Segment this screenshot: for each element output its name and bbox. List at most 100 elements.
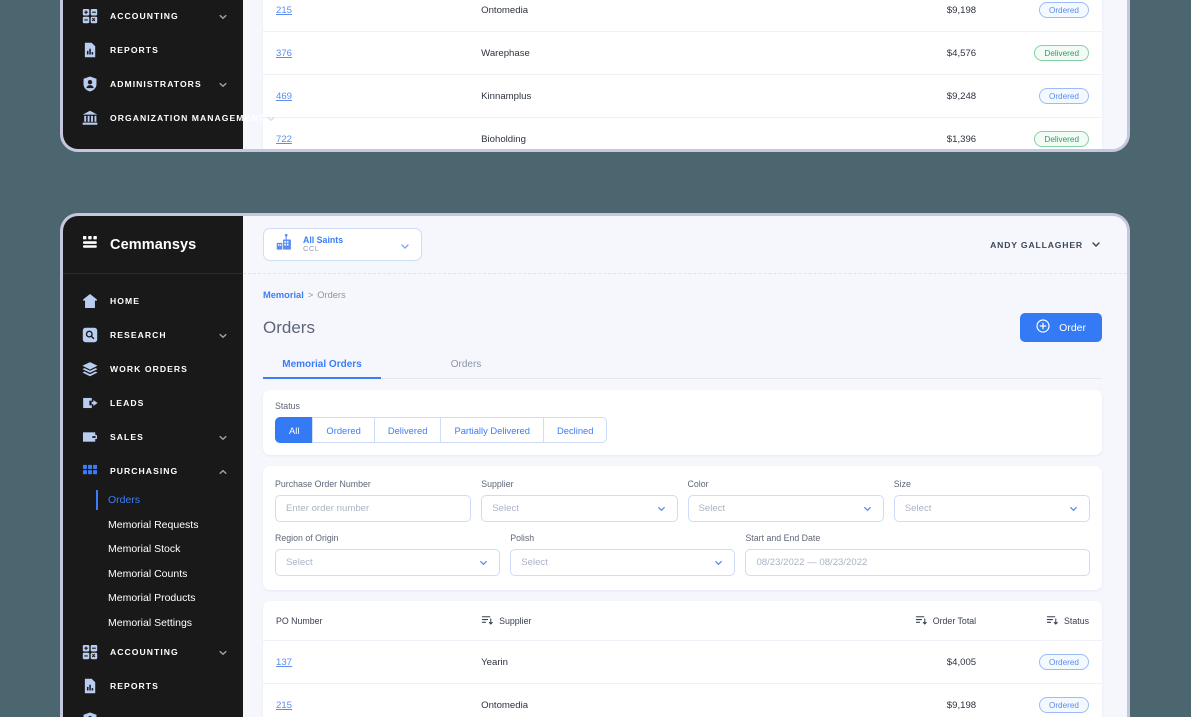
sort-icon: [915, 614, 927, 628]
sidebar-item-label: RESEARCH: [110, 330, 167, 340]
sidebar-item-administrators[interactable]: ADMINISTRATORS: [63, 67, 243, 101]
org-selector[interactable]: All Saints CCL: [263, 228, 422, 261]
status-option-delivered[interactable]: Delivered: [373, 417, 441, 443]
sidebar-item-reports[interactable]: REPORTS: [63, 669, 243, 703]
sidebar-item-label: ADMINISTRATORS: [110, 79, 202, 89]
sidebar-item-accounting[interactable]: ACCOUNTING: [63, 635, 243, 669]
desktop-background: ACCOUNTING REPORTS ADMINISTRATORS ORGANIZAT…: [0, 0, 1191, 717]
breadcrumb-root[interactable]: Memorial: [263, 290, 304, 300]
sidebar-item-label: ACCOUNTING: [110, 11, 179, 21]
table-row[interactable]: 469 Kinnamplus $9,248 Ordered: [263, 74, 1102, 118]
tab-orders[interactable]: Orders: [407, 359, 525, 378]
po-number-link[interactable]: 469: [276, 91, 292, 102]
sidebar-item-reports[interactable]: REPORTS: [63, 33, 243, 67]
supplier-cell: Ontomedia: [481, 683, 792, 717]
sidebar-item-purchasing[interactable]: PURCHASING: [63, 454, 243, 488]
background-table-card: 215 Ontomedia $9,198 Ordered 376 Warephase $4,…: [263, 0, 1102, 149]
chevron-down-icon: [217, 78, 229, 90]
user-menu[interactable]: ANDY GALLAGHER: [990, 238, 1102, 252]
breadcrumb-current: Orders: [317, 290, 346, 300]
status-filter-card: Status All Ordered Delivered Partially Deli…: [263, 390, 1102, 455]
column-header-po-number[interactable]: PO Number: [263, 601, 482, 641]
sidebar-nav: HOME RESEARCH WORK ORDERS LEADS SALES PURCHAS…: [63, 274, 243, 717]
supplier-cell: Bioholding: [481, 117, 792, 149]
building-icon: [274, 232, 294, 257]
size-select[interactable]: Select: [893, 495, 1090, 522]
sidebar-item-leads[interactable]: LEADS: [63, 386, 243, 420]
supplier-cell: Yearin: [481, 640, 792, 684]
grid-dots-icon: [81, 233, 100, 257]
status-option-ordered[interactable]: Ordered: [312, 417, 374, 443]
table-row[interactable]: 215 Ontomedia $9,198 Ordered: [263, 683, 1102, 717]
sidebar-item-label: SALES: [110, 432, 144, 442]
table-row[interactable]: 137 Yearin $4,005 Ordered: [263, 640, 1102, 684]
sidebar-item-label: ORGANIZATION MANAGEMENT: [110, 113, 265, 123]
column-header-supplier[interactable]: Supplier: [481, 601, 792, 641]
order-total-cell: $4,005: [791, 640, 977, 684]
chevron-down-icon: [713, 557, 724, 568]
filter-region-label: Region of Origin: [275, 533, 339, 543]
sidebar-subitem-memorial-requests[interactable]: Memorial Requests: [63, 513, 243, 538]
grid-blocks-icon: [81, 462, 99, 480]
background-sidebar-nav: ACCOUNTING REPORTS ADMINISTRATORS ORGANIZAT…: [63, 0, 275, 135]
po-number-link[interactable]: 215: [276, 700, 292, 711]
sidebar-subitem-orders[interactable]: Orders: [63, 488, 243, 513]
supplier-select[interactable]: Select: [481, 495, 678, 522]
status-option-declined[interactable]: Declined: [543, 417, 608, 443]
add-order-button[interactable]: Order: [1020, 313, 1102, 342]
polish-select[interactable]: Select: [510, 549, 736, 576]
table-row[interactable]: 376 Warephase $4,576 Delivered: [263, 31, 1102, 75]
status-option-all[interactable]: All: [275, 417, 313, 443]
tab-memorial-orders[interactable]: Memorial Orders: [263, 359, 381, 379]
sidebar-item-administrators[interactable]: ADMINISTRATORS: [63, 703, 243, 717]
column-header-status[interactable]: Status: [976, 601, 1102, 641]
chevron-up-icon: [217, 465, 229, 477]
status-badge: Delivered: [1034, 45, 1089, 61]
breadcrumb-separator: >: [307, 290, 314, 300]
sidebar-subitem-memorial-products[interactable]: Memorial Products: [63, 586, 243, 611]
column-header-order-total[interactable]: Order Total: [791, 601, 977, 641]
sidebar-item-accounting[interactable]: ACCOUNTING: [63, 0, 243, 33]
table-row[interactable]: 215 Ontomedia $9,198 Ordered: [263, 0, 1102, 32]
sidebar-subitem-memorial-stock[interactable]: Memorial Stock: [63, 537, 243, 562]
calculator-icon: [81, 643, 99, 661]
add-order-button-label: Order: [1059, 321, 1086, 334]
po-number-link[interactable]: 215: [276, 5, 292, 16]
sidebar-subitem-memorial-counts[interactable]: Memorial Counts: [63, 562, 243, 587]
table-row[interactable]: 722 Bioholding $1,396 Delivered: [263, 117, 1102, 149]
region-select-value: Select: [286, 557, 313, 568]
sidebar-item-research[interactable]: RESEARCH: [63, 318, 243, 352]
color-select[interactable]: Select: [687, 495, 884, 522]
po-number-link[interactable]: 376: [276, 48, 292, 59]
background-sidebar: ACCOUNTING REPORTS ADMINISTRATORS ORGANIZAT…: [63, 0, 275, 149]
page-content: Memorial > Orders Orders Order Memorial Or…: [243, 274, 1127, 717]
column-label-status: Status: [1064, 616, 1089, 626]
org-subtitle: CCL: [303, 244, 320, 254]
column-label-order-total: Order Total: [932, 616, 977, 626]
sidebar-subitem-memorial-settings[interactable]: Memorial Settings: [63, 611, 243, 636]
po-number-link[interactable]: 722: [276, 134, 292, 145]
filter-po-label: Purchase Order Number: [275, 479, 371, 489]
orders-table-card: PO Number Supplier Order Total Status 13…: [263, 601, 1102, 717]
layers-icon: [81, 360, 99, 378]
date-range-input[interactable]: [745, 549, 1091, 576]
background-main: 215 Ontomedia $9,198 Ordered 376 Warephase $4,…: [243, 0, 1127, 149]
sidebar-item-work-orders[interactable]: WORK ORDERS: [63, 352, 243, 386]
supplier-cell: Kinnamplus: [481, 74, 792, 118]
sidebar-item-organization-management[interactable]: ORGANIZATION MANAGEMENT: [63, 101, 275, 135]
status-filter-label: Status: [275, 401, 300, 411]
po-number-link[interactable]: 137: [276, 657, 292, 668]
filter-region-of-origin: Region of Origin Select: [275, 533, 501, 576]
region-of-origin-select[interactable]: Select: [275, 549, 501, 576]
filter-polish: Polish Select: [510, 533, 736, 576]
sidebar-item-sales[interactable]: SALES: [63, 420, 243, 454]
app-window: Cemmansys HOME RESEARCH WORK ORDERS LEADS SA…: [60, 213, 1130, 717]
sidebar-item-label: LEADS: [110, 398, 145, 408]
sidebar-item-label: REPORTS: [110, 45, 159, 55]
status-option-partially-delivered[interactable]: Partially Delivered: [440, 417, 543, 443]
chevron-down-icon: [265, 112, 277, 124]
sort-icon: [1046, 614, 1058, 628]
sidebar-item-home[interactable]: HOME: [63, 284, 243, 318]
purchase-order-number-input[interactable]: [275, 495, 472, 522]
orders-table: PO Number Supplier Order Total Status 13…: [263, 601, 1102, 717]
